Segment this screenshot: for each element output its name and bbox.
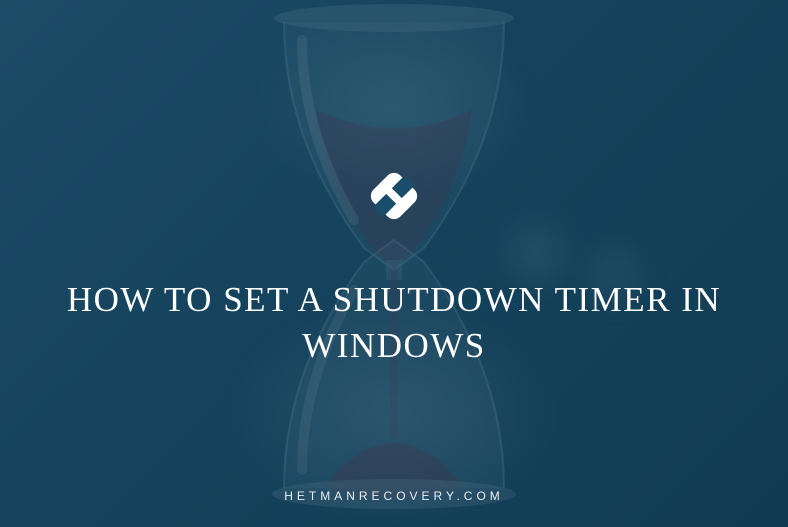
hetman-logo-icon [357, 159, 431, 233]
content-area: HOW TO SET A SHUTDOWN TIMER IN WINDOWS [0, 0, 788, 527]
page-title: HOW TO SET A SHUTDOWN TIMER IN WINDOWS [60, 277, 728, 368]
footer-domain: HETMANRECOVERY.COM [0, 489, 788, 503]
